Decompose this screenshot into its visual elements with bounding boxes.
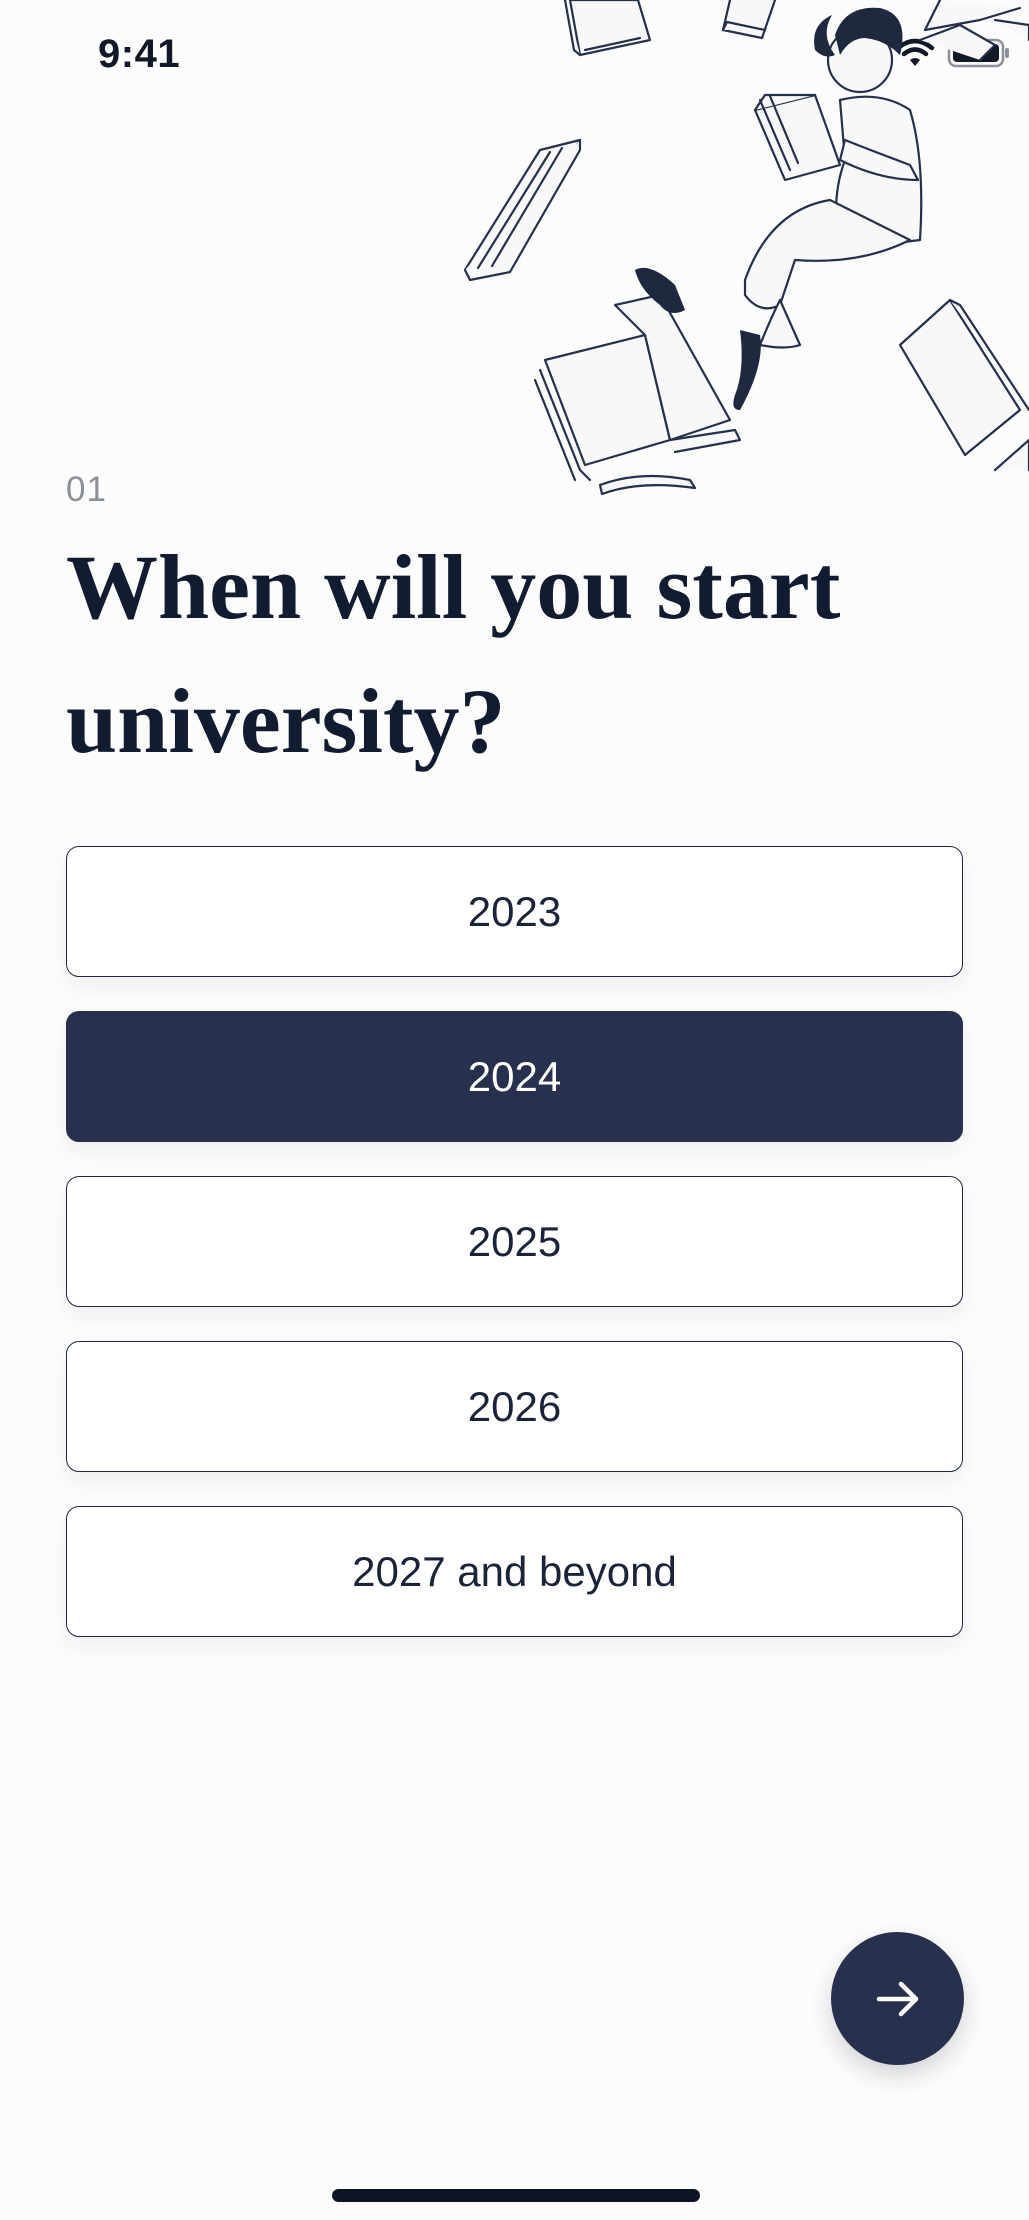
reading-girl-illustration: [463, 0, 1029, 496]
home-indicator: [332, 2189, 700, 2202]
option-2027-and-beyond[interactable]: 2027 and beyond: [66, 1506, 963, 1637]
onboarding-screen: 9:41 01 When will you start university? …: [0, 0, 1029, 2220]
option-2024[interactable]: 2024: [66, 1011, 963, 1142]
step-number: 01: [66, 470, 107, 509]
arrow-right-icon: [876, 1981, 918, 2016]
option-2026[interactable]: 2026: [66, 1341, 963, 1472]
option-2025[interactable]: 2025: [66, 1176, 963, 1307]
next-button[interactable]: [831, 1932, 964, 2065]
option-2023[interactable]: 2023: [66, 846, 963, 977]
question-title: When will you start university?: [66, 536, 841, 772]
status-time: 9:41: [98, 32, 181, 76]
year-options: 2023 2024 2025 2026 2027 and beyond: [66, 846, 963, 1671]
